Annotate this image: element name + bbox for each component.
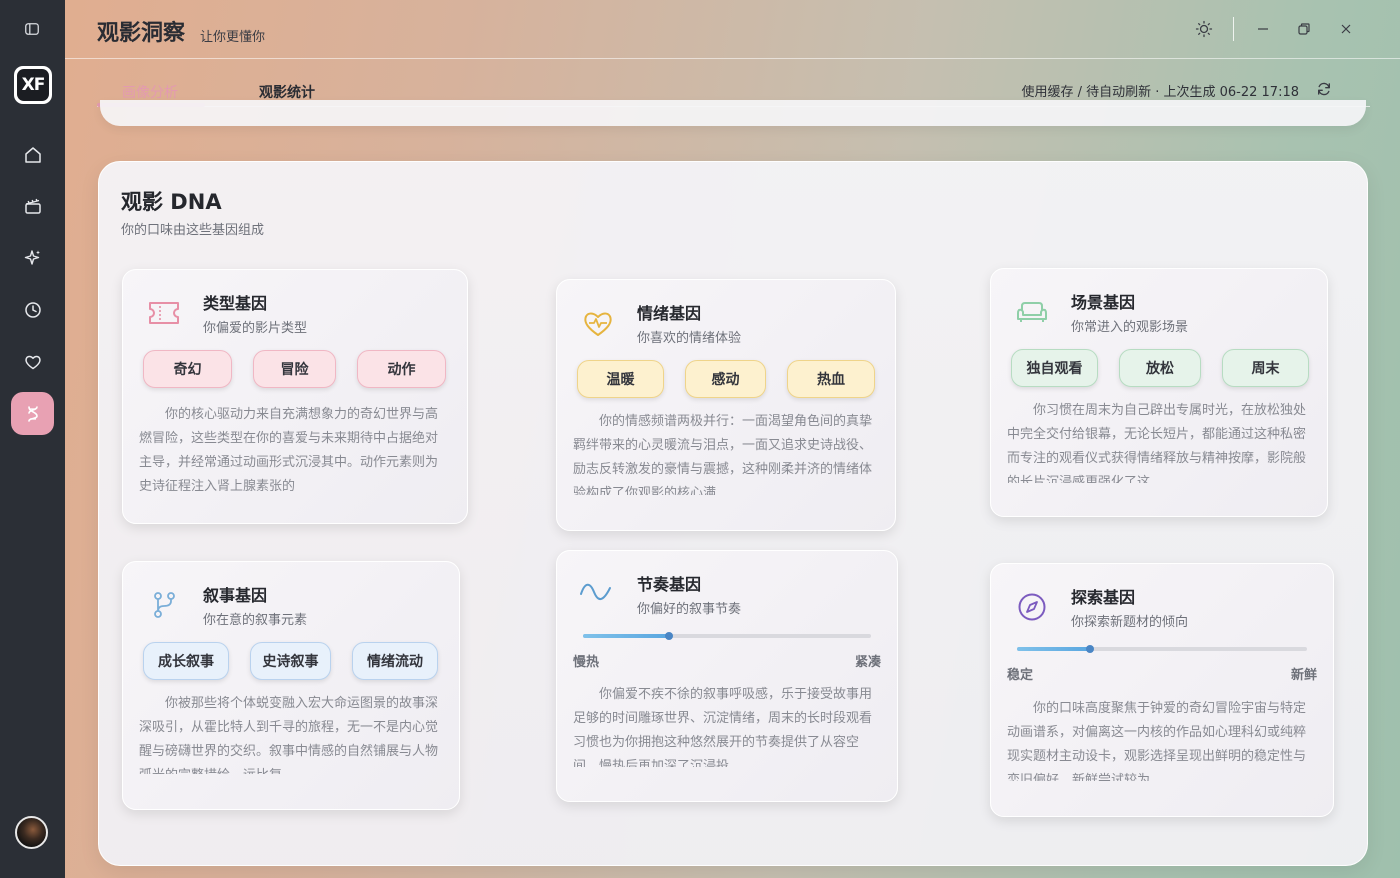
slider-right-label: 新鲜 bbox=[1290, 668, 1317, 683]
title-bar: 观影洞察 让你更懂你 bbox=[65, 0, 1400, 60]
sidebar-item-favorites[interactable] bbox=[11, 340, 54, 383]
tag-chip: 奇幻 bbox=[143, 350, 232, 388]
panel-subtitle: 你的口味由这些基因组成 bbox=[121, 223, 265, 238]
panel-title: 观影 DNA bbox=[121, 190, 222, 214]
heart-icon bbox=[24, 355, 41, 369]
compass-icon bbox=[1015, 590, 1049, 624]
explore-slider bbox=[1017, 645, 1307, 653]
gene-subtitle: 你在意的叙事元素 bbox=[203, 613, 308, 628]
titlebar-divider bbox=[1233, 17, 1234, 41]
gene-tags: 独自观看 放松 周末 bbox=[1011, 349, 1327, 387]
gene-description: 你的口味高度聚焦于钟爱的奇幻冒险宇宙与特定动画谱系，对偏离这一内核的作品如心理科… bbox=[1007, 701, 1307, 781]
cache-status: 使用缓存 / 待自动刷新 · 上次生成 06-22 17:18 bbox=[1021, 85, 1299, 100]
tag-chip: 热血 bbox=[787, 360, 875, 398]
gene-description: 你的核心驱动力来自充满想象力的奇幻世界与高燃冒险，这些类型在你的喜爱与未来期待中… bbox=[139, 407, 439, 491]
tag-chip: 周末 bbox=[1222, 349, 1309, 387]
titlebar-border bbox=[65, 58, 1400, 59]
gene-tags: 奇幻 冒险 动作 bbox=[143, 350, 467, 388]
sidebar-item-home[interactable] bbox=[11, 133, 54, 176]
gene-title: 叙事基因 bbox=[203, 586, 268, 605]
gene-description: 你习惯在周末为自己辟出专属时光，在放松独处中完全交付给银幕，无论长短片，都能通过… bbox=[1007, 403, 1307, 483]
ticket-icon bbox=[147, 296, 181, 330]
tab-viewing-stats[interactable]: 观影统计 bbox=[259, 82, 315, 102]
gene-title: 情绪基因 bbox=[637, 304, 702, 323]
tag-chip: 情绪流动 bbox=[352, 642, 438, 680]
gene-card-type: 类型基因 你偏爱的影片类型 奇幻 冒险 动作 你的核心驱动力来自充满想象力的奇幻… bbox=[122, 269, 468, 524]
heart-pulse-icon bbox=[581, 306, 615, 340]
gene-title: 探索基因 bbox=[1071, 588, 1136, 607]
slider-fill bbox=[583, 634, 670, 638]
clapperboard-icon bbox=[24, 198, 41, 214]
gene-description: 你偏爱不疾不徐的叙事呼吸感，乐于接受故事用足够的时间雕琢世界、沉淀情绪，周末的长… bbox=[573, 687, 873, 767]
gene-card-emotion: 情绪基因 你喜欢的情绪体验 温暖 感动 热血 你的情感频谱两极并行：一面渴望角色… bbox=[556, 279, 896, 531]
logo-text: XF bbox=[17, 69, 49, 101]
app-title: 观影洞察 bbox=[97, 21, 186, 46]
sidebar-toggle-icon[interactable] bbox=[21, 18, 43, 40]
gene-title: 节奏基因 bbox=[637, 575, 702, 594]
avatar[interactable] bbox=[15, 816, 48, 849]
sun-icon bbox=[1195, 20, 1213, 38]
previous-card-edge bbox=[100, 100, 1366, 126]
gene-tags: 温暖 感动 热血 bbox=[577, 360, 895, 398]
tag-chip: 史诗叙事 bbox=[250, 642, 331, 680]
refresh-button[interactable] bbox=[1314, 79, 1334, 99]
slider-knob bbox=[665, 632, 674, 640]
theme-toggle-button[interactable] bbox=[1193, 18, 1215, 40]
restore-icon bbox=[1298, 23, 1310, 35]
refresh-icon bbox=[1318, 82, 1330, 96]
dna-icon bbox=[27, 405, 38, 422]
gene-card-narrative: 叙事基因 你在意的叙事元素 成长叙事 史诗叙事 情绪流动 你被那些将个体蜕变融入… bbox=[122, 561, 460, 810]
sidebar-item-history[interactable] bbox=[11, 288, 54, 331]
tag-chip: 感动 bbox=[685, 360, 766, 398]
sidebar-item-insight[interactable] bbox=[11, 392, 54, 435]
tag-chip: 放松 bbox=[1119, 349, 1201, 387]
tag-chip: 独自观看 bbox=[1011, 349, 1098, 387]
gene-subtitle: 你常进入的观影场景 bbox=[1071, 320, 1189, 335]
gene-card-explore: 探索基因 你探索新题材的倾向 稳定 新鲜 你的口味高度聚焦于钟爱的奇幻冒险宇宙与… bbox=[990, 563, 1334, 817]
sidebar-item-movies[interactable] bbox=[11, 184, 54, 227]
home-icon bbox=[24, 146, 41, 163]
gene-title: 类型基因 bbox=[203, 294, 268, 313]
gene-tags: 成长叙事 史诗叙事 情绪流动 bbox=[143, 642, 459, 680]
app-subtitle: 让你更懂你 bbox=[200, 30, 266, 45]
tag-chip: 冒险 bbox=[253, 350, 336, 388]
close-icon bbox=[1341, 24, 1351, 34]
slider-knob bbox=[1085, 645, 1094, 653]
tag-chip: 温暖 bbox=[577, 360, 664, 398]
minimize-button[interactable] bbox=[1252, 18, 1274, 40]
tab-portrait-analysis[interactable]: 画像分析 bbox=[122, 82, 178, 102]
app-logo: XF bbox=[14, 66, 52, 104]
minimize-icon bbox=[1258, 28, 1268, 30]
slider-left-label: 慢热 bbox=[573, 655, 600, 670]
clock-icon bbox=[24, 301, 41, 318]
tag-chip: 成长叙事 bbox=[143, 642, 229, 680]
gene-card-rhythm: 节奏基因 你偏好的叙事节奏 慢热 紧凑 你偏爱不疾不徐的叙事呼吸感，乐于接受故事… bbox=[556, 550, 898, 802]
gene-subtitle: 你偏爱的影片类型 bbox=[203, 321, 308, 336]
tag-chip: 动作 bbox=[357, 350, 446, 388]
branch-icon bbox=[147, 588, 181, 622]
gene-subtitle: 你喜欢的情绪体验 bbox=[637, 331, 742, 346]
sidebar-item-recommend[interactable] bbox=[11, 236, 54, 279]
wave-icon bbox=[579, 575, 613, 609]
slider-right-label: 紧凑 bbox=[854, 655, 881, 670]
gene-description: 你被那些将个体蜕变融入宏大命运图景的故事深深吸引，从霍比特人到千寻的旅程，无一不… bbox=[139, 696, 439, 774]
dna-panel: 观影 DNA 你的口味由这些基因组成 类型基因 你偏爱的影片类型 奇幻 冒险 动… bbox=[98, 161, 1368, 866]
sofa-icon bbox=[1015, 295, 1049, 329]
maximize-button[interactable] bbox=[1293, 18, 1315, 40]
slider-fill bbox=[1017, 647, 1090, 651]
slider-left-label: 稳定 bbox=[1007, 668, 1034, 683]
sidebar: XF bbox=[0, 0, 65, 878]
gene-description: 你的情感频谱两极并行：一面渴望角色间的真挚羁绊带来的心灵暖流与泪点，一面又追求史… bbox=[573, 414, 873, 495]
gene-subtitle: 你偏好的叙事节奏 bbox=[637, 602, 742, 617]
gene-title: 场景基因 bbox=[1071, 293, 1136, 312]
gene-subtitle: 你探索新题材的倾向 bbox=[1071, 615, 1189, 630]
sparkle-icon bbox=[24, 249, 40, 265]
close-button[interactable] bbox=[1335, 18, 1357, 40]
gene-card-scene: 场景基因 你常进入的观影场景 独自观看 放松 周末 你习惯在周末为自己辟出专属时… bbox=[990, 268, 1328, 517]
rhythm-slider bbox=[583, 632, 871, 640]
